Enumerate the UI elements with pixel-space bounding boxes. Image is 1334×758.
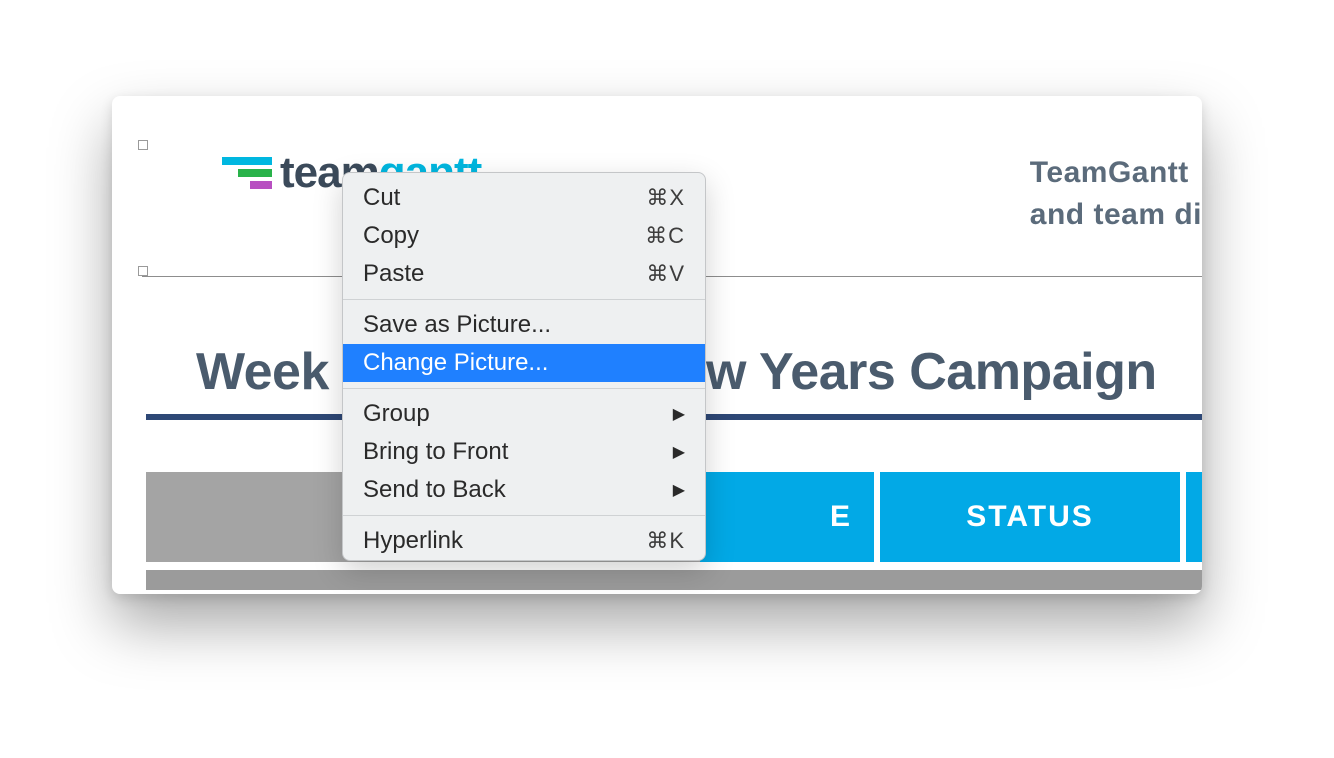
menu-change-picture[interactable]: Change Picture...	[343, 344, 705, 382]
top-right-text: TeamGantt and team di	[1030, 152, 1202, 236]
menu-item-label: Bring to Front	[363, 438, 508, 466]
menu-item-label: Hyperlink	[363, 527, 463, 555]
menu-paste[interactable]: Paste ⌘V	[343, 255, 705, 293]
menu-item-label: Change Picture...	[363, 349, 548, 377]
table-row	[146, 570, 1202, 590]
chevron-right-icon: ▶	[673, 404, 685, 424]
menu-item-shortcut: ⌘V	[646, 261, 685, 287]
menu-separator	[343, 515, 705, 516]
menu-save-as-picture[interactable]: Save as Picture...	[343, 306, 705, 344]
menu-item-label: Cut	[363, 184, 400, 212]
table-header-status: STATUS	[880, 472, 1180, 562]
selection-handle-icon[interactable]	[138, 140, 148, 150]
logo-bars-icon	[222, 157, 272, 189]
table-header-cell	[1186, 472, 1202, 562]
top-right-line2: and team di	[1030, 194, 1202, 236]
chevron-right-icon: ▶	[673, 480, 685, 500]
menu-cut[interactable]: Cut ⌘X	[343, 179, 705, 217]
document-window: teamgantt TeamGantt and team di Week ew …	[112, 96, 1202, 594]
menu-item-label: Send to Back	[363, 476, 506, 504]
selection-handle-icon[interactable]	[138, 266, 148, 276]
menu-group[interactable]: Group ▶	[343, 395, 705, 433]
menu-item-label: Copy	[363, 222, 419, 250]
menu-item-label: Paste	[363, 260, 424, 288]
context-menu: Cut ⌘X Copy ⌘C Paste ⌘V Save as Picture.…	[342, 172, 706, 561]
menu-send-to-back[interactable]: Send to Back ▶	[343, 471, 705, 509]
menu-copy[interactable]: Copy ⌘C	[343, 217, 705, 255]
table-header-cell: E	[700, 472, 874, 562]
menu-item-label: Save as Picture...	[363, 311, 551, 339]
menu-bring-to-front[interactable]: Bring to Front ▶	[343, 433, 705, 471]
menu-item-shortcut: ⌘X	[646, 185, 685, 211]
top-right-line1: TeamGantt	[1030, 152, 1202, 194]
menu-separator	[343, 388, 705, 389]
menu-item-shortcut: ⌘K	[646, 528, 685, 554]
chevron-right-icon: ▶	[673, 442, 685, 462]
menu-separator	[343, 299, 705, 300]
menu-hyperlink[interactable]: Hyperlink ⌘K	[343, 522, 705, 560]
menu-item-label: Group	[363, 400, 430, 428]
menu-item-shortcut: ⌘C	[645, 223, 685, 249]
